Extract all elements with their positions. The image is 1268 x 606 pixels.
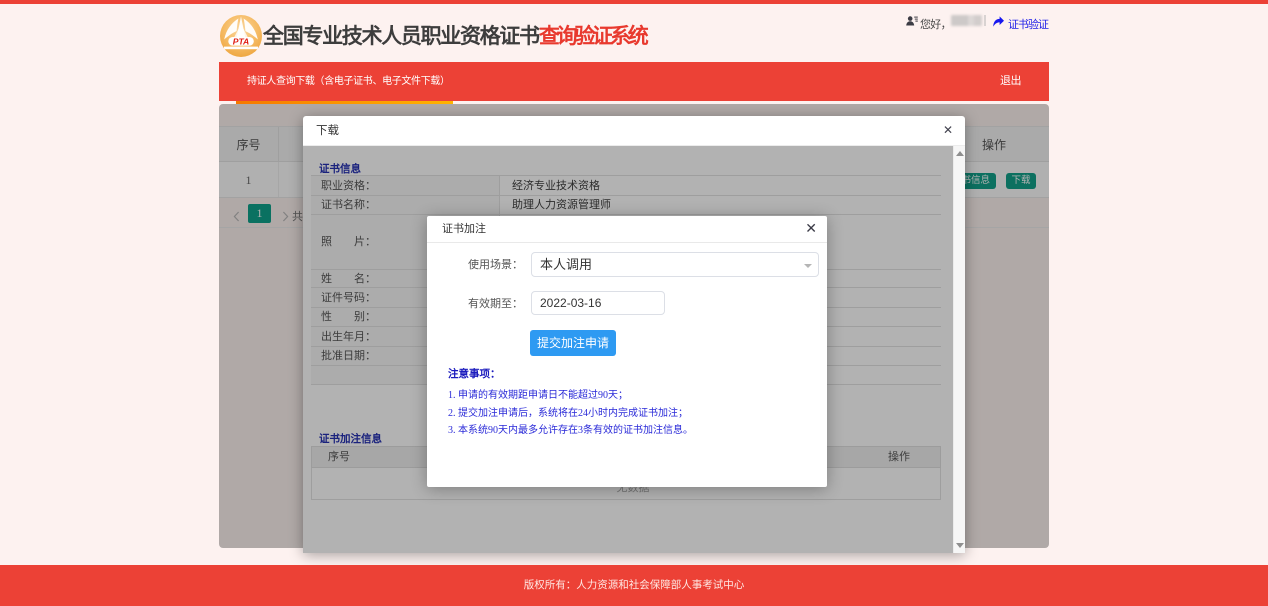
svg-text:PTA: PTA — [233, 37, 250, 47]
